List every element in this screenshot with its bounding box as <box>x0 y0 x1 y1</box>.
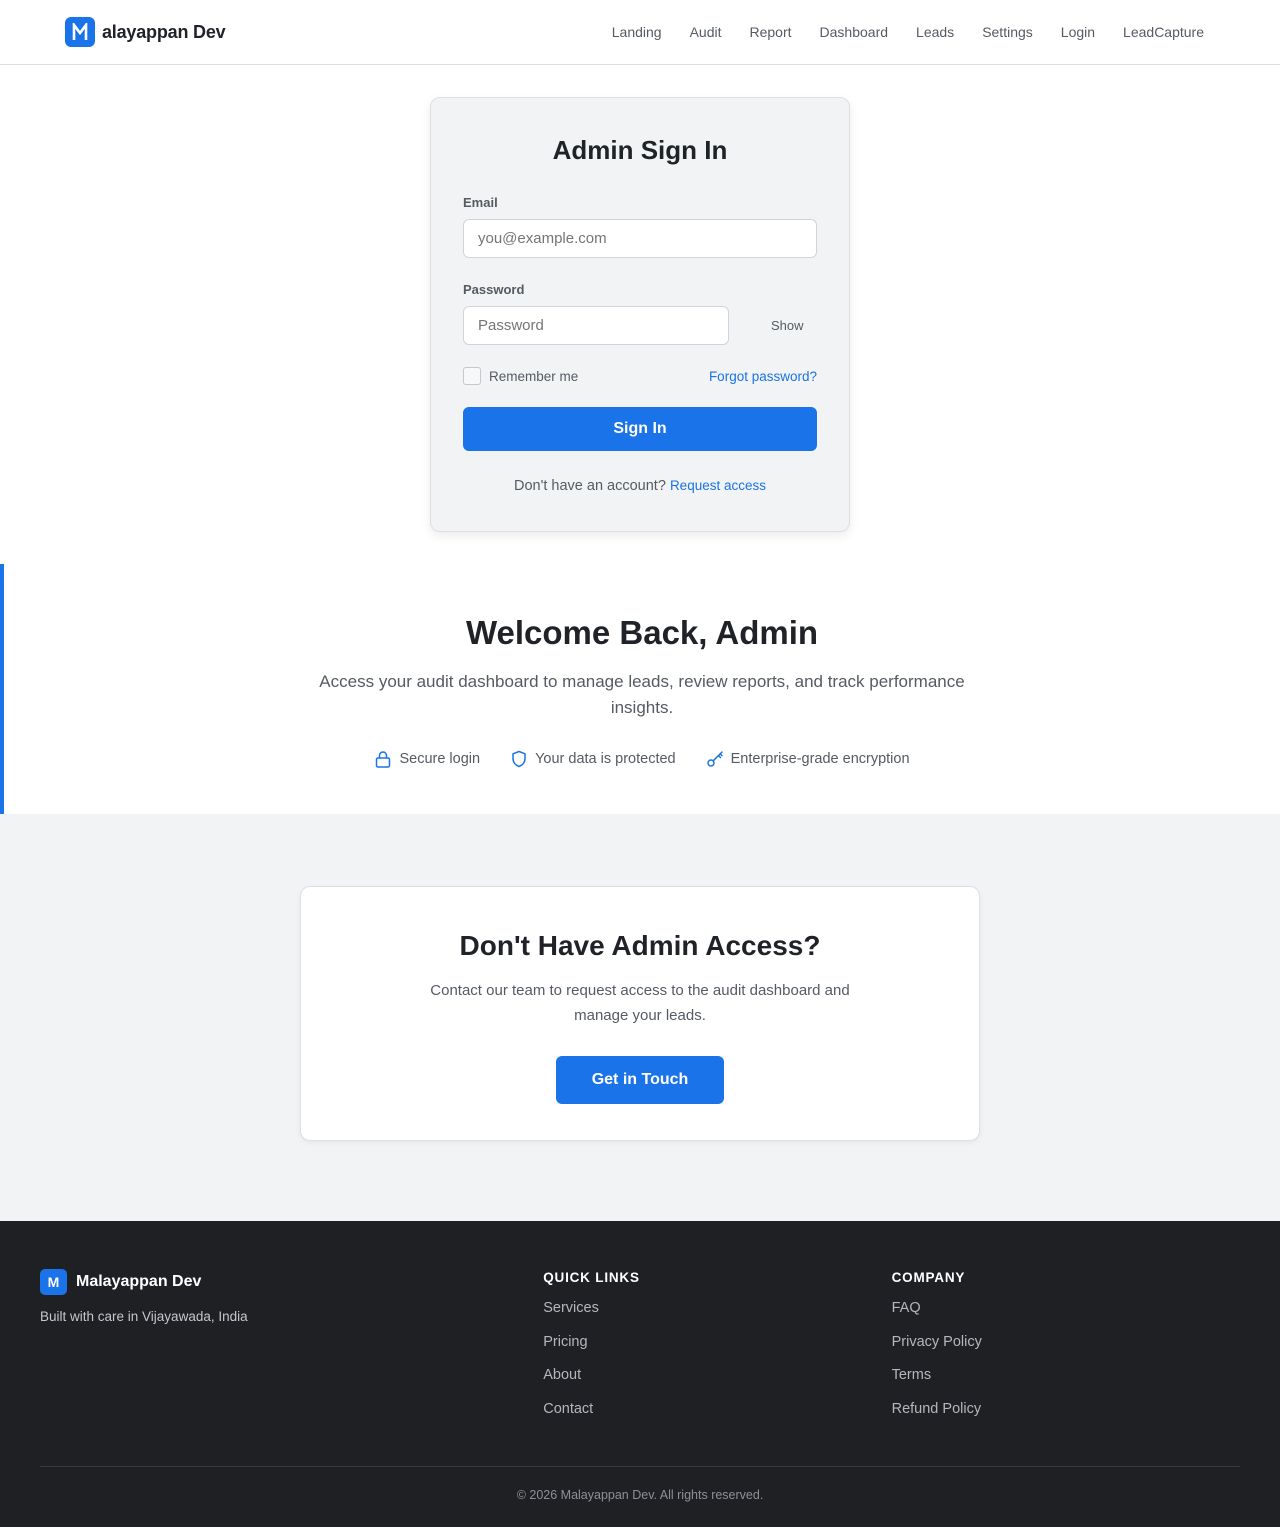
nav-link-leads[interactable]: Leads <box>902 22 968 42</box>
forgot-password-link[interactable]: Forgot password? <box>709 369 817 384</box>
email-label: Email <box>463 195 498 210</box>
access-section: Don't Have Admin Access? Contact our tea… <box>0 814 1280 1221</box>
feature-label: Enterprise-grade encryption <box>730 751 910 767</box>
footer-link-contact[interactable]: Contact <box>543 1399 891 1419</box>
shield-icon <box>510 750 528 768</box>
footer-divider <box>40 1466 1240 1467</box>
footer-brand[interactable]: M Malayappan Dev <box>40 1269 543 1295</box>
request-access-link[interactable]: Request access <box>670 478 766 493</box>
footer-brand-name: Malayappan Dev <box>76 1273 202 1290</box>
nav-link-report[interactable]: Report <box>736 22 806 42</box>
company-heading: COMPANY <box>891 1270 966 1285</box>
site-footer: M Malayappan Dev Built with care in Vija… <box>0 1221 1280 1527</box>
footer-link-about[interactable]: About <box>543 1365 891 1385</box>
email-field[interactable] <box>463 219 817 258</box>
footer-link-terms[interactable]: Terms <box>892 1365 1240 1385</box>
feature-label: Secure login <box>399 751 481 767</box>
nav-link-audit[interactable]: Audit <box>676 22 736 42</box>
footer-brand-column: M Malayappan Dev Built with care in Vija… <box>40 1269 543 1432</box>
remember-label: Remember me <box>489 368 579 384</box>
feature-item: Secure login <box>374 750 480 768</box>
request-access-row: Don't have an account? Request access <box>463 478 817 494</box>
key-icon <box>706 750 724 768</box>
nav-link-leadcapture[interactable]: LeadCapture <box>1109 22 1218 42</box>
get-in-touch-button[interactable]: Get in Touch <box>556 1056 724 1104</box>
footer-link-privacy[interactable]: Privacy Policy <box>892 1332 1240 1352</box>
main-nav: Landing Audit Report Dashboard Leads Set… <box>598 22 1218 42</box>
footer-link-services[interactable]: Services <box>543 1298 891 1318</box>
footer-company-links: COMPANY FAQ Privacy Policy Terms Refund … <box>892 1269 1240 1432</box>
nav-link-login[interactable]: Login <box>1047 22 1109 42</box>
footer-columns: M Malayappan Dev Built with care in Vija… <box>40 1221 1240 1432</box>
footer-link-refund[interactable]: Refund Policy <box>892 1399 1240 1419</box>
access-subtitle: Contact our team to request access to th… <box>430 982 850 1024</box>
nav-link-dashboard[interactable]: Dashboard <box>806 22 903 42</box>
welcome-title: Welcome Back, Admin <box>465 614 819 651</box>
footer-link-pricing[interactable]: Pricing <box>543 1332 891 1352</box>
remember-row: Remember me Forgot password? <box>463 367 817 385</box>
password-row: Show <box>463 306 817 345</box>
show-password-button[interactable]: Show <box>771 318 804 333</box>
signin-card: Admin Sign In Email Password Show Rememb… <box>430 97 850 532</box>
access-card: Don't Have Admin Access? Contact our tea… <box>300 886 980 1141</box>
footer-quick-links: QUICK LINKS Services Pricing About Conta… <box>543 1269 891 1432</box>
sign-in-button[interactable]: Sign In <box>463 407 817 451</box>
lock-icon <box>374 750 392 768</box>
site-header: alayappan Dev Landing Audit Report Dashb… <box>0 0 1280 65</box>
nav-link-settings[interactable]: Settings <box>968 22 1047 42</box>
m-logo-icon: M <box>40 1269 67 1295</box>
feature-item: Your data is protected <box>510 750 676 768</box>
welcome-subtitle: Access your audit dashboard to manage le… <box>319 672 965 717</box>
access-title: Don't Have Admin Access? <box>459 930 821 961</box>
copyright: © 2026 Malayappan Dev. All rights reserv… <box>516 1488 764 1502</box>
brand[interactable]: alayappan Dev <box>65 17 226 47</box>
quick-links-heading: QUICK LINKS <box>543 1270 640 1285</box>
nav-link-landing[interactable]: Landing <box>598 22 676 42</box>
welcome-section: Welcome Back, Admin Access your audit da… <box>0 564 1280 814</box>
remember-me[interactable]: Remember me <box>463 367 578 385</box>
remember-checkbox[interactable] <box>463 367 481 385</box>
password-field[interactable] <box>463 306 729 345</box>
signin-section: Admin Sign In Email Password Show Rememb… <box>0 65 1280 532</box>
brand-name: alayappan Dev <box>102 21 226 42</box>
footer-link-faq[interactable]: FAQ <box>892 1298 1240 1318</box>
feature-item: Enterprise-grade encryption <box>706 750 910 768</box>
no-account-text: Don't have an account? <box>514 478 666 494</box>
m-logo-icon <box>65 17 95 47</box>
footer-tagline: Built with care in Vijayawada, India <box>40 1309 248 1324</box>
password-label: Password <box>463 282 525 297</box>
feature-list: Secure login Your data is protected Ente… <box>4 750 1280 768</box>
feature-label: Your data is protected <box>535 751 676 767</box>
signin-title: Admin Sign In <box>552 135 728 165</box>
